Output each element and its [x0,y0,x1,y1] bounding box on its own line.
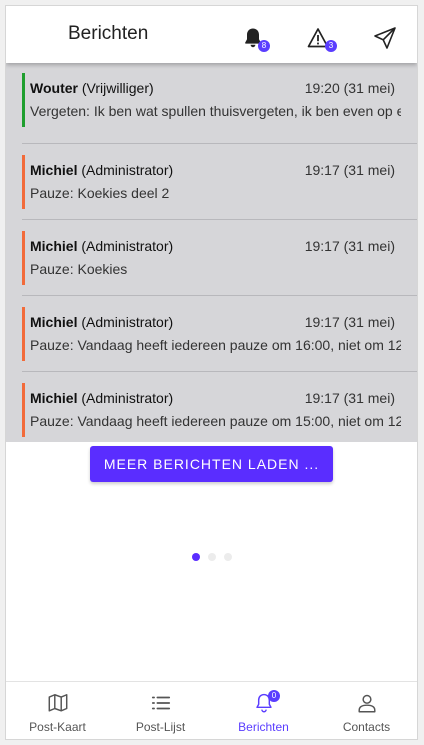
send-button[interactable] [373,26,399,52]
notifications-button[interactable]: 8 [241,26,270,52]
message-item[interactable]: Michiel (Administrator) 19:17 (31 mei) P… [22,155,401,209]
user-icon [356,692,378,714]
map-icon [47,692,69,714]
nav-badge: 0 [268,690,280,702]
list-icon [150,692,172,714]
message-time: 19:17 (31 mei) [304,390,395,406]
divider [22,371,417,372]
message-accent-bar [22,231,25,285]
message-time: 19:17 (31 mei) [304,314,395,330]
message-time: 19:17 (31 mei) [304,162,395,178]
page-dot[interactable] [192,553,200,561]
message-accent-bar [22,155,25,209]
nav-label: Post-Lijst [135,720,186,734]
page-dot[interactable] [224,553,232,561]
message-text: Pauze: Vandaag heeft iedereen pauze om 1… [30,413,401,429]
page-title: Berichten [68,23,149,44]
nav-label: Post-Kaart [29,720,86,734]
message-sender: Michiel [30,314,78,330]
message-text: Pauze: Vandaag heeft iedereen pauze om 1… [30,337,401,353]
message-role: (Administrator) [81,162,174,178]
message-accent-bar [22,383,25,437]
bottom-navigation: Post-Kaart Post-Lijst 0 Berichten Contac… [6,681,417,739]
divider [22,219,417,220]
divider [22,295,417,296]
message-item[interactable]: Michiel (Administrator) 19:17 (31 mei) P… [22,307,401,361]
message-text: Vergeten: Ik ben wat spullen thuisverget… [30,103,401,119]
message-sender: Michiel [30,238,78,254]
nav-item-berichten[interactable]: 0 Berichten [212,682,315,739]
nav-item-post-lijst[interactable]: Post-Lijst [109,682,212,739]
divider [22,143,417,144]
nav-item-post-kaart[interactable]: Post-Kaart [6,682,109,739]
message-text: Pauze: Koekies deel 2 [30,185,170,201]
message-accent-bar [22,73,25,127]
app-frame: Berichten 8 3 Wouter (Vrijwilliger) 19:2… [5,5,418,740]
nav-label: Contacts [342,720,391,734]
message-accent-bar [22,307,25,361]
message-role: (Vrijwilliger) [81,80,154,96]
page-dot[interactable] [208,553,216,561]
nav-label: Berichten [238,720,289,734]
alerts-badge: 3 [325,40,337,52]
message-sender: Michiel [30,162,78,178]
message-sender: Michiel [30,390,78,406]
alerts-button[interactable]: 3 [306,26,337,52]
message-role: (Administrator) [81,238,174,254]
message-time: 19:20 (31 mei) [304,80,395,96]
message-item[interactable]: Michiel (Administrator) 19:17 (31 mei) P… [22,231,401,285]
message-sender: Wouter [30,80,78,96]
header-bar: Berichten 8 3 [6,6,417,63]
message-role: (Administrator) [81,390,174,406]
notifications-badge: 8 [258,40,270,52]
message-role: (Administrator) [81,314,174,330]
message-time: 19:17 (31 mei) [304,238,395,254]
message-item[interactable]: Wouter (Vrijwilliger) 19:20 (31 mei) Ver… [22,73,401,127]
nav-item-contacts[interactable]: Contacts [315,682,417,739]
message-text: Pauze: Koekies [30,261,128,277]
load-more-button[interactable]: MEER BERICHTEN LADEN ... [90,446,333,482]
message-item[interactable]: Michiel (Administrator) 19:17 (31 mei) P… [22,383,401,437]
message-list: Wouter (Vrijwilliger) 19:20 (31 mei) Ver… [6,63,417,442]
send-icon [373,26,399,50]
